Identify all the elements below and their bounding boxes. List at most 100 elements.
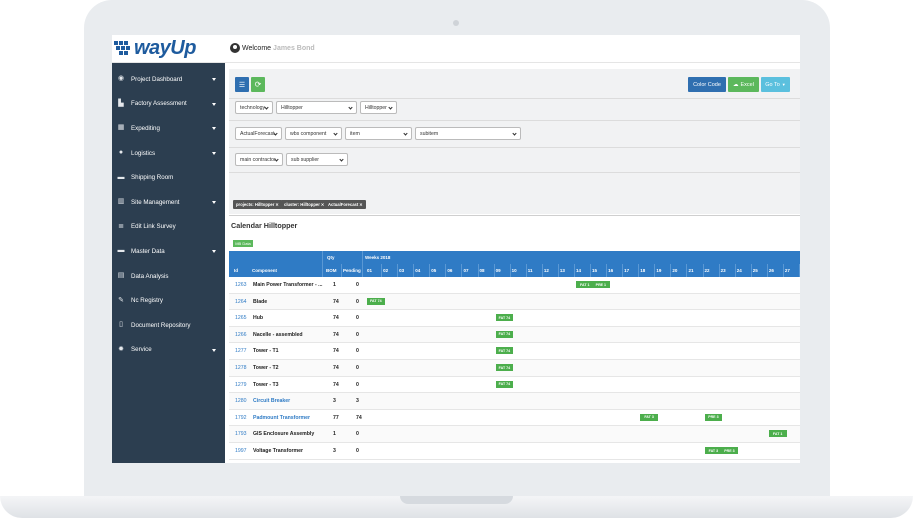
milestone-badge[interactable]: FAT 3 bbox=[704, 447, 723, 454]
filter-tag-forecast[interactable]: ActualForecast ✕ bbox=[325, 200, 366, 209]
sub-supplier-select[interactable]: sub supplier bbox=[286, 153, 348, 166]
milestone-badge[interactable]: FAT 74 bbox=[495, 380, 514, 388]
goto-button[interactable]: Go To ▼ bbox=[761, 77, 790, 92]
component-header[interactable]: Component bbox=[252, 268, 277, 273]
row-id-link[interactable]: 1265 bbox=[235, 315, 247, 321]
bom-qty: 74 bbox=[333, 381, 339, 388]
milestone-badge[interactable]: PRE 3 bbox=[720, 447, 739, 454]
milestone-badge[interactable]: FAT 1 bbox=[768, 430, 787, 438]
row-id-link[interactable]: 1264 bbox=[235, 299, 247, 305]
table-row[interactable]: 1264 Blade 74 0 FAT 74 bbox=[229, 293, 800, 311]
calendar-title: Calendar Hilltopper bbox=[231, 221, 298, 230]
factory-icon: ▙ bbox=[118, 99, 124, 107]
mb-data-badge[interactable]: MB Data bbox=[233, 240, 253, 247]
table-row[interactable]: 1280 Circuit Breaker 3 3 bbox=[229, 393, 800, 410]
column-divider bbox=[322, 251, 323, 264]
table-row[interactable]: 1266 Nacelle - assembled 74 0 FAT 74 bbox=[229, 326, 800, 344]
component-name: Main Power Transformer - ... bbox=[253, 282, 323, 288]
table-row[interactable]: 1265 Hub 74 0 FAT 74 bbox=[229, 310, 800, 327]
row-id-link[interactable]: 1279 bbox=[235, 382, 247, 388]
milestone-badge[interactable]: FAT 3 bbox=[640, 413, 658, 421]
week-header: 21 bbox=[688, 268, 694, 273]
milestone-badge[interactable]: PRE 1 bbox=[592, 281, 610, 288]
table-row[interactable]: 1277 Tower - T1 74 0 FAT 74 bbox=[229, 343, 800, 360]
table-row[interactable]: 1793 GIS Enclosure Assembly 1 0 FAT 1 bbox=[229, 426, 800, 443]
cluster-select[interactable]: Hilltopper bbox=[360, 101, 397, 114]
row-id-link[interactable]: 1280 bbox=[235, 398, 247, 404]
filter-toggle-button[interactable]: ☰ bbox=[235, 77, 249, 92]
project-select-value: Hilltopper bbox=[281, 104, 303, 111]
column-divider bbox=[509, 264, 511, 277]
table-row[interactable]: 1279 Tower - T3 74 0 FAT 74 bbox=[229, 377, 800, 394]
user-menu[interactable]: Welcome James Bond bbox=[230, 43, 315, 53]
sidebar-item[interactable]: ▬ Shipping Room bbox=[112, 165, 225, 190]
column-divider bbox=[541, 264, 543, 277]
row-id-link[interactable]: 1792 bbox=[235, 415, 247, 421]
sidebar-item[interactable]: ▦ Expediting bbox=[112, 116, 225, 141]
milestone-badge[interactable]: FAT 74 bbox=[367, 297, 385, 305]
pending-qty: 0 bbox=[356, 282, 359, 288]
row-id-link[interactable]: 1997 bbox=[235, 448, 247, 454]
week-header: 22 bbox=[704, 268, 710, 273]
table-row[interactable]: 1792 Padmount Transformer 77 74 FAT 3 PRE 3 bbox=[229, 410, 800, 427]
sidebar-item[interactable]: ≣ Edit Link Survey bbox=[112, 215, 225, 240]
sidebar-item[interactable]: ▤ Data Analysis bbox=[112, 264, 225, 289]
filter-tag-projects[interactable]: projects: Hilltopper ✕ bbox=[233, 200, 282, 209]
week-header: 07 bbox=[463, 268, 469, 273]
subitem-select[interactable]: subitem bbox=[415, 127, 521, 140]
pending-qty: 0 bbox=[356, 348, 359, 355]
sidebar-item-label: Master Data bbox=[131, 247, 165, 255]
project-select[interactable]: Hilltopper bbox=[276, 101, 357, 114]
milestone-badge[interactable]: FAT 1 bbox=[575, 281, 594, 288]
main-contractor-select[interactable]: main contractor bbox=[235, 153, 283, 166]
sidebar-item[interactable]: ▙ Factory Assessment bbox=[112, 92, 225, 117]
sidebar-item[interactable]: ▬ Master Data bbox=[112, 239, 225, 264]
app-screen: wayUp Welcome James Bond ◉ Project Dashbo… bbox=[112, 35, 800, 463]
sidebar-item-label: Shipping Room bbox=[131, 174, 174, 182]
week-header: 10 bbox=[511, 268, 517, 273]
table-row[interactable]: 1997 Voltage Transformer 3 0 FAT 3 PRE 3 bbox=[229, 443, 800, 460]
milestone-badge[interactable]: FAT 74 bbox=[495, 314, 514, 322]
row-id-link[interactable]: 1278 bbox=[235, 365, 247, 371]
id-header[interactable]: Id bbox=[234, 268, 238, 273]
component-name: Tower - T2 bbox=[253, 365, 279, 371]
row-id-link[interactable]: 1793 bbox=[235, 431, 247, 437]
bom-header[interactable]: BOM bbox=[326, 268, 337, 273]
week-header: 13 bbox=[559, 268, 565, 273]
milestone-badge[interactable]: FAT 74 bbox=[495, 330, 514, 338]
close-icon[interactable]: ✕ bbox=[321, 202, 325, 207]
close-icon[interactable]: ✕ bbox=[359, 202, 363, 207]
week-header: 27 bbox=[784, 268, 790, 273]
row-id-link[interactable]: 1266 bbox=[235, 332, 247, 338]
component-name[interactable]: Padmount Transformer bbox=[253, 415, 310, 421]
sidebar-item[interactable]: ▥ Site Management bbox=[112, 190, 225, 215]
refresh-button[interactable]: ⟳ bbox=[251, 77, 265, 92]
row-id-link[interactable]: 1277 bbox=[235, 348, 247, 354]
filter-tag-cluster[interactable]: cluster: Hilltopper ✕ bbox=[281, 200, 328, 209]
sidebar-item-label: Service bbox=[131, 346, 152, 354]
sidebar-item[interactable]: ▯ Document Repository bbox=[112, 313, 225, 338]
close-icon[interactable]: ✕ bbox=[275, 202, 279, 207]
sidebar-item[interactable]: ● Logistics bbox=[112, 141, 225, 166]
wbs-component-select[interactable]: wbs component bbox=[285, 127, 342, 140]
wayup-logo[interactable]: wayUp bbox=[114, 37, 224, 61]
milestone-badge[interactable]: FAT 74 bbox=[495, 364, 514, 371]
technology-select[interactable]: technology bbox=[235, 101, 273, 114]
milestone-badge[interactable]: PRE 3 bbox=[704, 413, 723, 421]
excel-button[interactable]: ☁ Excel bbox=[728, 77, 759, 92]
table-row[interactable]: 1263 Main Power Transformer - ... 1 0 FAT 1P… bbox=[229, 277, 800, 294]
row-id-link[interactable]: 1263 bbox=[235, 282, 247, 288]
table-row[interactable]: 1278 Tower - T2 74 0 FAT 74 bbox=[229, 360, 800, 377]
dashboard-icon: ◉ bbox=[117, 75, 125, 83]
milestone-badge[interactable]: FAT 74 bbox=[495, 347, 514, 355]
color-code-button[interactable]: Color Code bbox=[688, 77, 726, 92]
item-select[interactable]: item bbox=[345, 127, 412, 140]
forecast-select[interactable]: ActualForecast bbox=[235, 127, 282, 140]
sidebar-item[interactable]: ✹ Service bbox=[112, 338, 225, 363]
pending-header[interactable]: Pending bbox=[343, 268, 361, 273]
sub-supplier-select-value: sub supplier bbox=[291, 156, 319, 163]
column-divider bbox=[750, 264, 752, 277]
sidebar-item[interactable]: ✎ Nc Registry bbox=[112, 288, 225, 313]
component-name[interactable]: Circuit Breaker bbox=[253, 398, 290, 404]
sidebar-item[interactable]: ◉ Project Dashboard bbox=[112, 67, 225, 92]
